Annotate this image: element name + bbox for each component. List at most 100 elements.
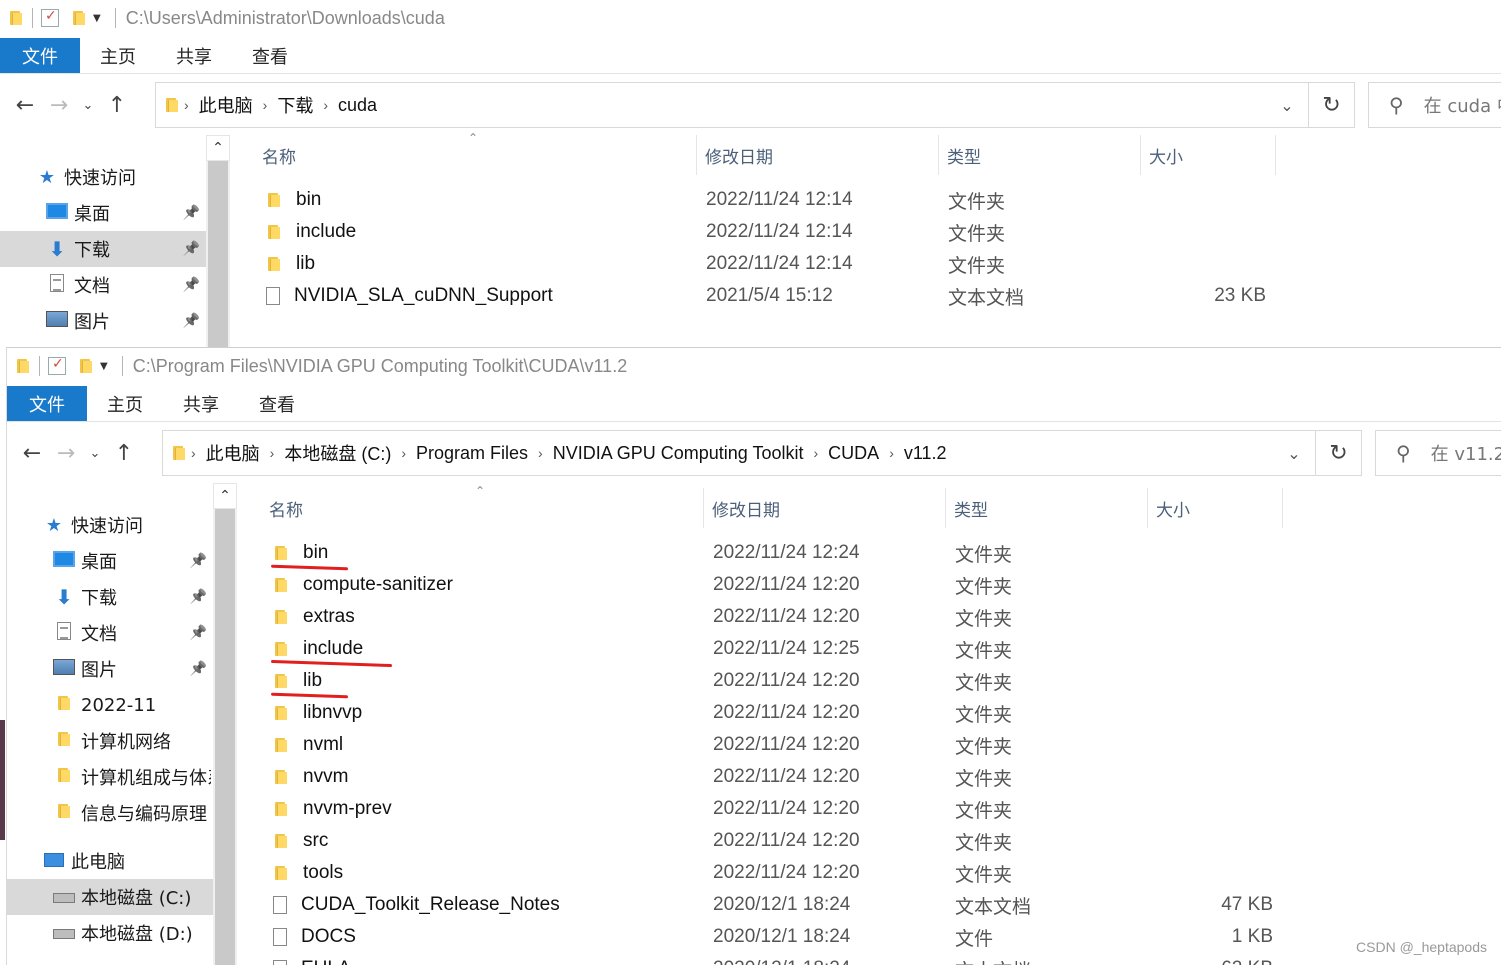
chevron-right-icon[interactable]: › xyxy=(266,445,279,461)
forward-arrow-icon[interactable]: → xyxy=(49,441,83,466)
new-folder-icon[interactable] xyxy=(78,358,94,374)
nav-item[interactable]: 文档 📌 xyxy=(0,267,206,303)
scrollbar-thumb[interactable] xyxy=(208,161,228,347)
column-header-name[interactable]: 名称 xyxy=(254,135,696,175)
properties-check-icon[interactable] xyxy=(48,356,66,375)
search-box[interactable]: ⚲ 在 v11.2 中搜索 xyxy=(1375,430,1501,476)
file-row[interactable]: src 2022/11/24 12:20 文件夹 xyxy=(261,825,1361,857)
nav-item[interactable]: ⬇ 下载 📌 xyxy=(7,579,213,615)
file-row[interactable]: include 2022/11/24 12:14 文件夹 xyxy=(254,216,1354,248)
address-bar[interactable]: › 此电脑 › 下载 › cuda ⌄ ↻ xyxy=(155,82,1355,128)
file-row[interactable]: CUDA_Toolkit_Release_Notes 2020/12/1 18:2… xyxy=(261,889,1361,921)
file-row[interactable]: libnvvp 2022/11/24 12:20 文件夹 xyxy=(261,697,1361,729)
breadcrumb-downloads[interactable]: 下载 xyxy=(271,92,319,118)
nav-item[interactable]: ★ 快速访问 xyxy=(7,507,213,543)
nav-item[interactable]: 文档 📌 xyxy=(7,615,213,651)
up-arrow-icon[interactable]: ↑ xyxy=(100,93,134,118)
breadcrumb-local-disk-c[interactable]: 本地磁盘 (C:) xyxy=(278,440,397,466)
chevron-right-icon[interactable]: › xyxy=(810,445,823,461)
file-row[interactable]: DOCS 2020/12/1 18:24 文件 1 KB xyxy=(261,921,1361,953)
new-folder-icon[interactable] xyxy=(71,10,87,26)
breadcrumb-cuda[interactable]: cuda xyxy=(332,95,383,116)
tab-share[interactable]: 共享 xyxy=(156,38,232,73)
back-arrow-icon[interactable]: ← xyxy=(15,441,49,466)
recent-locations-chevron-icon[interactable]: ⌄ xyxy=(83,446,107,461)
refresh-icon[interactable]: ↻ xyxy=(1308,82,1354,128)
nav-item[interactable]: 2022-11 xyxy=(7,687,213,723)
quick-access-toolbar-dropdown-icon[interactable]: ▼ xyxy=(100,361,108,372)
address-dropdown-icon[interactable]: ⌄ xyxy=(1266,96,1308,115)
navigation-pane-scrollbar[interactable]: ⌃ xyxy=(213,483,237,965)
file-row[interactable]: lib 2022/11/24 12:14 文件夹 xyxy=(254,248,1354,280)
breadcrumb-v11-2[interactable]: v11.2 xyxy=(898,443,953,464)
pin-icon[interactable]: 📌 xyxy=(183,313,200,329)
chevron-right-icon[interactable]: › xyxy=(397,445,410,461)
nav-item[interactable]: 信息与编码原理 xyxy=(7,795,213,831)
breadcrumb-program-files[interactable]: Program Files xyxy=(410,443,534,464)
column-header-type[interactable]: 类型 xyxy=(945,488,1147,528)
search-box[interactable]: ⚲ 在 cuda 中搜索 xyxy=(1368,82,1501,128)
file-row[interactable]: nvml 2022/11/24 12:20 文件夹 xyxy=(261,729,1361,761)
nav-item[interactable]: 图片 📌 xyxy=(0,303,206,339)
file-row[interactable]: bin 2022/11/24 12:24 文件夹 xyxy=(261,537,1361,571)
nav-item[interactable]: 本地磁盘 (D:) xyxy=(7,915,213,951)
pin-icon[interactable]: 📌 xyxy=(183,205,200,221)
recent-locations-chevron-icon[interactable]: ⌄ xyxy=(76,98,100,113)
pin-icon[interactable]: 📌 xyxy=(190,589,207,605)
breadcrumb-cuda[interactable]: CUDA xyxy=(822,443,885,464)
chevron-right-icon[interactable]: › xyxy=(885,445,898,461)
nav-item[interactable]: 计算机网络 xyxy=(7,723,213,759)
column-header-size[interactable]: 大小 xyxy=(1147,488,1283,528)
nav-item[interactable]: 本地磁盘 (C:) xyxy=(7,879,213,915)
scroll-up-icon[interactable]: ⌃ xyxy=(213,483,237,509)
tab-view[interactable]: 查看 xyxy=(239,386,315,421)
address-bar[interactable]: › 此电脑 › 本地磁盘 (C:) › Program Files › NVID… xyxy=(162,430,1362,476)
forward-arrow-icon[interactable]: → xyxy=(42,93,76,118)
properties-check-icon[interactable] xyxy=(41,8,59,27)
scroll-up-icon[interactable]: ⌃ xyxy=(206,135,230,161)
pin-icon[interactable]: 📌 xyxy=(190,625,207,641)
up-arrow-icon[interactable]: ↑ xyxy=(107,441,141,466)
column-header-date[interactable]: 修改日期 xyxy=(696,135,938,175)
pin-icon[interactable]: 📌 xyxy=(190,661,207,677)
nav-item[interactable]: 桌面 📌 xyxy=(7,543,213,579)
tab-file[interactable]: 文件 xyxy=(7,386,87,421)
pin-icon[interactable]: 📌 xyxy=(183,241,200,257)
file-row[interactable]: lib 2022/11/24 12:20 文件夹 xyxy=(261,665,1361,699)
file-row[interactable]: include 2022/11/24 12:25 文件夹 xyxy=(261,633,1361,668)
back-arrow-icon[interactable]: ← xyxy=(8,93,42,118)
tab-share[interactable]: 共享 xyxy=(163,386,239,421)
file-row[interactable]: NVIDIA_SLA_cuDNN_Support 2021/5/4 15:12 文本… xyxy=(254,280,1354,312)
column-header-name[interactable]: 名称 xyxy=(261,488,703,528)
breadcrumb-this-pc[interactable]: 此电脑 xyxy=(200,440,266,466)
pin-icon[interactable]: 📌 xyxy=(190,553,207,569)
chevron-right-icon[interactable]: › xyxy=(187,445,200,461)
chevron-right-icon[interactable]: › xyxy=(534,445,547,461)
refresh-icon[interactable]: ↻ xyxy=(1315,430,1361,476)
file-row[interactable]: tools 2022/11/24 12:20 文件夹 xyxy=(261,857,1361,889)
navigation-pane-scrollbar[interactable]: ⌃ xyxy=(206,135,230,347)
nav-item[interactable]: 桌面 📌 xyxy=(0,195,206,231)
nav-item[interactable]: ★ 快速访问 xyxy=(0,159,206,195)
tab-home[interactable]: 主页 xyxy=(87,386,163,421)
scrollbar-thumb[interactable] xyxy=(215,509,235,965)
address-dropdown-icon[interactable]: ⌄ xyxy=(1273,444,1315,463)
pin-icon[interactable]: 📌 xyxy=(183,277,200,293)
column-header-size[interactable]: 大小 xyxy=(1140,135,1276,175)
tab-home[interactable]: 主页 xyxy=(80,38,156,73)
file-row[interactable]: nvvm 2022/11/24 12:20 文件夹 xyxy=(261,761,1361,793)
file-row[interactable]: EULA 2020/12/1 18:24 文本文档 62 KB xyxy=(261,953,1361,965)
chevron-right-icon[interactable]: › xyxy=(180,97,193,113)
tab-view[interactable]: 查看 xyxy=(232,38,308,73)
nav-item[interactable]: ⬇ 下载 📌 xyxy=(0,231,206,267)
tab-file[interactable]: 文件 xyxy=(0,38,80,73)
column-header-type[interactable]: 类型 xyxy=(938,135,1140,175)
file-row[interactable]: compute-sanitizer 2022/11/24 12:20 文件夹 xyxy=(261,569,1361,601)
file-row[interactable]: extras 2022/11/24 12:20 文件夹 xyxy=(261,601,1361,633)
quick-access-toolbar-dropdown-icon[interactable]: ▼ xyxy=(93,13,101,24)
file-row[interactable]: nvvm-prev 2022/11/24 12:20 文件夹 xyxy=(261,793,1361,825)
breadcrumb-this-pc[interactable]: 此电脑 xyxy=(193,92,259,118)
chevron-right-icon[interactable]: › xyxy=(259,97,272,113)
breadcrumb-nvidia-gpu-computing-toolkit[interactable]: NVIDIA GPU Computing Toolkit xyxy=(547,443,810,464)
nav-item[interactable]: 此电脑 xyxy=(7,843,213,879)
